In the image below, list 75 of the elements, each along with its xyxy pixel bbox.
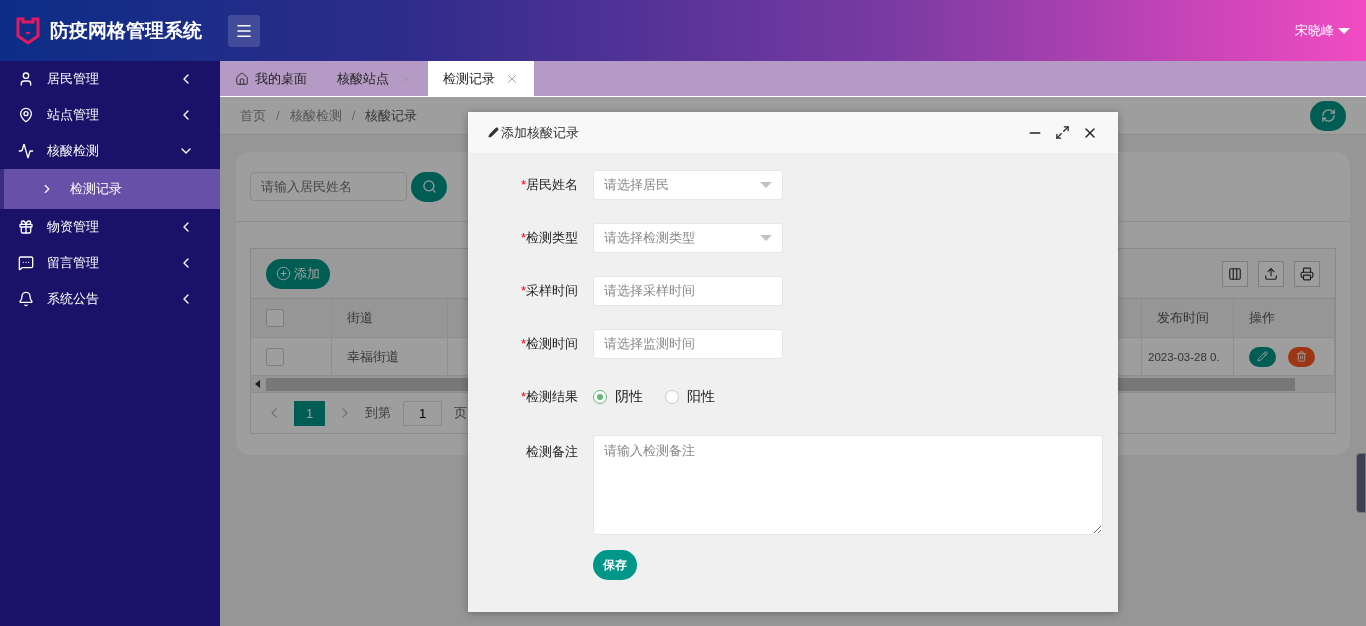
user-icon	[18, 71, 34, 87]
input-field[interactable]: 请选择采样时间	[593, 276, 783, 306]
breadcrumb-separator: /	[276, 108, 280, 123]
scroll-left-icon[interactable]	[255, 380, 260, 388]
home-icon	[235, 72, 249, 86]
field-label: 居民姓名	[526, 177, 578, 192]
edit-button[interactable]	[1249, 346, 1276, 367]
search-button[interactable]	[411, 171, 447, 202]
sidebar-item[interactable]: 物资管理	[0, 209, 220, 245]
trash-icon	[1296, 351, 1307, 362]
side-handle[interactable]	[1356, 453, 1366, 513]
goto-label: 到第	[365, 404, 391, 422]
message-icon	[18, 255, 34, 271]
sidebar-item[interactable]: 居民管理	[0, 61, 220, 97]
field-label: 检测时间	[526, 336, 578, 351]
chart-line-icon	[18, 143, 34, 159]
menu-button[interactable]	[228, 14, 260, 47]
plus-circle-icon	[276, 266, 291, 281]
sidebar-item[interactable]: 核酸检测	[0, 133, 220, 169]
sidebar-item[interactable]: 留言管理	[0, 245, 220, 281]
required-mark: *	[520, 389, 526, 404]
sidebar-item[interactable]: 站点管理	[0, 97, 220, 133]
bell-icon	[18, 291, 34, 307]
sidebar-subitem[interactable]: 检测记录	[0, 169, 220, 209]
required-mark: *	[520, 283, 526, 298]
map-pin-icon	[18, 107, 34, 123]
required-mark: *	[520, 230, 526, 245]
field-label: 检测结果	[526, 389, 578, 404]
table-cell: 2023-03-28 0.	[1148, 350, 1220, 363]
close-tab-icon[interactable]	[505, 72, 519, 86]
tab[interactable]: 核酸站点	[322, 61, 428, 97]
sidebar-item[interactable]: 系统公告	[0, 281, 220, 317]
select-field[interactable]: 请选择检测类型	[593, 223, 783, 253]
columns-icon	[1228, 266, 1242, 281]
gift-icon	[18, 219, 34, 235]
pencil-icon	[1257, 351, 1268, 362]
page-input[interactable]: 1	[403, 400, 442, 426]
save-button[interactable]: 保存	[593, 550, 637, 580]
maximize-icon[interactable]	[1055, 124, 1070, 140]
refresh-icon	[1320, 108, 1336, 123]
radio-option[interactable]: 阳性	[665, 388, 715, 406]
input-field[interactable]: 请选择监测时间	[593, 329, 783, 359]
table-cell: 幸福街道	[347, 347, 399, 366]
select-field[interactable]: 请选择居民	[593, 170, 783, 200]
search-field[interactable]: 请输入居民姓名	[250, 172, 407, 201]
refresh-button[interactable]	[1310, 100, 1346, 131]
tab[interactable]: 检测记录	[428, 61, 534, 97]
checkbox[interactable]	[266, 309, 284, 327]
shield-logo-icon	[16, 15, 40, 46]
column-header: 发布时间	[1157, 309, 1209, 327]
dialog-title: 添加核酸记录	[501, 123, 579, 142]
field-label: 检测备注	[526, 444, 578, 459]
page-label: 页	[454, 404, 467, 422]
required-mark: *	[520, 336, 526, 351]
delete-button[interactable]	[1288, 346, 1315, 367]
column-header: 街道	[347, 309, 373, 327]
breadcrumb-separator: /	[351, 108, 356, 123]
column-header: 操作	[1249, 309, 1275, 327]
field-label: 采样时间	[526, 283, 578, 298]
search-icon	[421, 179, 437, 194]
notes-field[interactable]: 请输入检测备注	[593, 435, 1103, 535]
tab[interactable]: 我的桌面	[220, 61, 322, 97]
columns-button[interactable]	[1222, 260, 1248, 287]
print-button[interactable]	[1294, 260, 1320, 287]
checkbox[interactable]	[266, 347, 284, 366]
export-icon	[1264, 266, 1278, 281]
print-icon	[1300, 266, 1314, 281]
radio-option[interactable]: 阴性	[593, 388, 643, 406]
user-menu[interactable]: 宋晓峰	[1295, 21, 1350, 40]
required-mark: *	[520, 177, 526, 192]
field-label: 检测类型	[526, 230, 578, 245]
app-title: 防疫网格管理系统	[50, 18, 203, 43]
export-button[interactable]	[1258, 260, 1284, 287]
breadcrumb-link[interactable]: 核酸记录	[365, 106, 418, 125]
pencil-icon	[488, 127, 499, 138]
